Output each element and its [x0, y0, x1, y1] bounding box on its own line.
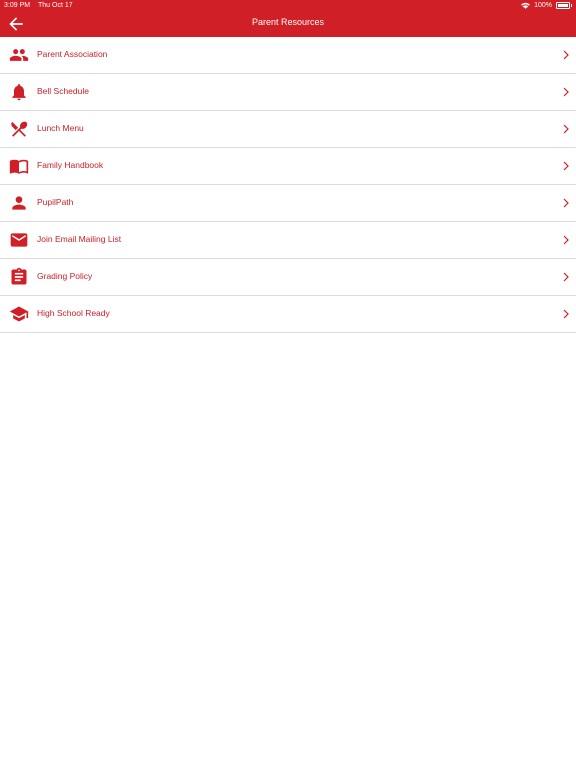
chevron-right-icon — [563, 272, 569, 282]
chevron-right-icon — [563, 161, 569, 171]
status-right: 100% — [521, 0, 572, 11]
list-item-label: Family Handbook — [37, 160, 104, 170]
chevron-right-icon — [563, 198, 569, 208]
chevron-right-icon — [563, 124, 569, 134]
mail-icon — [10, 233, 28, 247]
list-item-pupilpath[interactable]: PupilPath — [0, 185, 576, 222]
list-item-email-mailing-list[interactable]: Join Email Mailing List — [0, 222, 576, 259]
status-date: Thu Oct 17 — [38, 2, 73, 9]
battery-percent: 100% — [534, 2, 552, 9]
chevron-right-icon — [563, 87, 569, 97]
graduation-cap-icon — [9, 306, 29, 322]
list-item-high-school-ready[interactable]: High School Ready — [0, 296, 576, 333]
status-bar: 3:09 PM Thu Oct 17 100% — [0, 0, 576, 11]
app-header: 3:09 PM Thu Oct 17 100% Parent Resources — [0, 0, 576, 37]
battery-icon — [556, 2, 572, 9]
list-item-lunch-menu[interactable]: Lunch Menu — [0, 111, 576, 148]
list-item-label: Bell Schedule — [37, 86, 89, 96]
list-item-bell-schedule[interactable]: Bell Schedule — [0, 74, 576, 111]
chevron-right-icon — [563, 309, 569, 319]
list-item-label: Parent Association — [37, 49, 108, 59]
people-icon — [9, 49, 29, 61]
status-time: 3:09 PM — [4, 2, 31, 9]
list-item-label: Join Email Mailing List — [37, 234, 122, 244]
page-title: Parent Resources — [251, 17, 325, 27]
chevron-right-icon — [563, 50, 569, 60]
list-item-grading-policy[interactable]: Grading Policy — [0, 259, 576, 296]
list-item-parent-association[interactable]: Parent Association — [0, 37, 576, 74]
wifi-icon — [521, 2, 530, 9]
list-item-label: Lunch Menu — [37, 123, 84, 133]
bell-icon — [12, 84, 26, 101]
list-item-label: High School Ready — [37, 308, 110, 318]
list-item-label: Grading Policy — [37, 271, 93, 281]
book-icon — [9, 159, 29, 174]
clipboard-icon — [11, 267, 27, 285]
nav-bar: Parent Resources — [0, 11, 576, 37]
resource-list: Parent Association Bell Schedule Lunch M… — [0, 37, 576, 333]
list-item-family-handbook[interactable]: Family Handbook — [0, 148, 576, 185]
chevron-right-icon — [563, 235, 569, 245]
list-item-label: PupilPath — [37, 197, 74, 207]
utensils-icon — [11, 121, 28, 137]
person-icon — [12, 196, 26, 210]
